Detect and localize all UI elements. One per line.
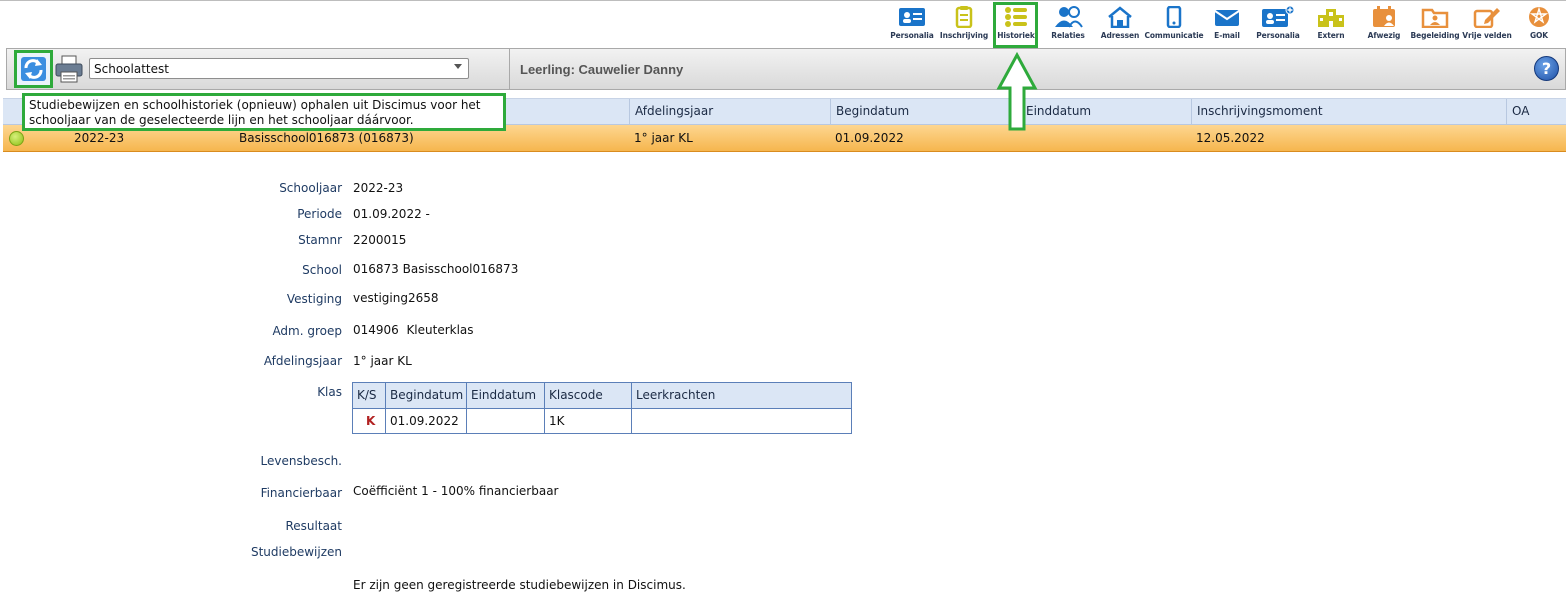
- refresh-icon: [21, 57, 46, 81]
- column-header[interactable]: Begindatum: [830, 99, 1020, 124]
- row-inschrijvingsmoment: 12.05.2022: [1196, 131, 1265, 145]
- school-building-icon: [1318, 9, 1344, 27]
- nav-extern[interactable]: Extern: [1301, 6, 1361, 44]
- window-top-border: [0, 0, 1566, 5]
- status-dot-icon: [9, 131, 24, 146]
- annotation-arrow-icon: [996, 52, 1038, 131]
- row-begindatum: 01.09.2022: [835, 131, 904, 145]
- home-icon: [1108, 6, 1132, 28]
- phone-icon: [1166, 6, 1182, 28]
- financierbaar-label: Financierbaar: [260, 486, 342, 500]
- admgroep-label: Adm. groep: [272, 324, 342, 338]
- studiebewijzen-note: Er zijn geen geregistreerde studiebewijz…: [353, 578, 686, 592]
- nav-label: Communicatie: [1144, 31, 1204, 40]
- schooljaar-value: 2022-23: [353, 181, 404, 195]
- vestiging-label: Vestiging: [286, 292, 342, 306]
- calendar-person-icon: [1373, 6, 1395, 27]
- id-card-plus-icon: [1262, 6, 1295, 27]
- vestiging-value: vestiging2658: [353, 291, 439, 305]
- nav-communicatie[interactable]: Communicatie: [1144, 6, 1204, 44]
- nav-relaties[interactable]: Relaties: [1038, 6, 1098, 44]
- klas-table: K/S Begindatum Einddatum Klascode Leerkr…: [352, 382, 852, 434]
- toolbar-divider: [509, 49, 510, 89]
- nav-vrije-velden[interactable]: Vrije velden: [1457, 6, 1517, 44]
- column-header[interactable]: OA: [1506, 99, 1566, 124]
- clipboard-icon: [955, 6, 973, 28]
- nav-label: Personalia: [890, 31, 934, 40]
- nav-label: Begeleiding: [1410, 31, 1460, 40]
- school-label: School: [302, 263, 342, 277]
- nav-label: Extern: [1317, 31, 1345, 40]
- afdelingsjaar-label: Afdelingsjaar: [263, 354, 342, 368]
- klas-col-header: Leerkrachten: [631, 383, 851, 408]
- row-afdelingsjaar: 1° jaar KL: [634, 131, 693, 145]
- klas-col-header: K/S: [357, 388, 377, 402]
- schooljaar-label: Schooljaar: [279, 181, 342, 195]
- column-header[interactable]: Einddatum: [1020, 99, 1191, 124]
- nav-adressen[interactable]: Adressen: [1090, 6, 1150, 44]
- print-button[interactable]: [53, 53, 85, 85]
- admgroep-value: 014906 Kleuterklas: [353, 323, 474, 337]
- people-icon: [1055, 6, 1083, 28]
- column-header[interactable]: Afdelingsjaar: [629, 99, 829, 124]
- school-value: 016873 Basisschool016873: [353, 262, 519, 276]
- klas-label: Klas: [317, 385, 342, 399]
- mail-icon: [1214, 10, 1240, 26]
- chevron-down-icon: [454, 64, 462, 69]
- klas-table-row[interactable]: K 01.09.2022 1K: [353, 409, 851, 433]
- periode-value: 01.09.2022 -: [353, 207, 430, 221]
- historiek-highlight: [993, 2, 1038, 48]
- id-card-icon: [899, 8, 925, 26]
- stamnr-label: Stamnr: [298, 233, 342, 247]
- nav-label: Relaties: [1051, 31, 1085, 40]
- report-select[interactable]: Schoolattest: [89, 58, 469, 79]
- edit-icon: [1473, 8, 1500, 28]
- question-icon: ?: [1541, 59, 1552, 78]
- gok-badge-icon: [1529, 6, 1549, 27]
- folder-person-icon: [1421, 8, 1449, 28]
- klas-table-header: K/S Begindatum Einddatum Klascode Leerkr…: [353, 383, 851, 409]
- nav-personalia[interactable]: Personalia: [882, 6, 942, 44]
- financierbaar-value: Coëfficiënt 1 - 100% financierbaar: [353, 484, 559, 498]
- nav-gok[interactable]: GOK: [1509, 6, 1566, 44]
- klas-einddatum: [466, 409, 544, 433]
- stamnr-value: 2200015: [353, 233, 407, 247]
- klas-leerkrachten: [631, 409, 851, 433]
- resultaat-label: Resultaat: [285, 519, 343, 533]
- nav-label: Vrije velden: [1462, 31, 1512, 40]
- klas-col-header: Einddatum: [466, 383, 544, 408]
- studiebewijzen-label: Studiebewijzen: [250, 545, 342, 559]
- toolbar: Schoolattest Leerling: Cauwelier Danny ?: [6, 48, 1566, 90]
- refresh-tooltip: Studiebewijzen en schoolhistoriek (opnie…: [22, 93, 506, 131]
- help-button[interactable]: ?: [1534, 56, 1559, 81]
- afdelingsjaar-value: 1° jaar KL: [353, 354, 412, 368]
- nav-begeleiding[interactable]: Begeleiding: [1405, 6, 1465, 44]
- periode-label: Periode: [297, 207, 342, 221]
- klas-col-header: Klascode: [544, 383, 631, 408]
- student-name: Leerling: Cauwelier Danny: [520, 62, 684, 77]
- nav-label: GOK: [1529, 31, 1549, 40]
- printer-icon: [55, 55, 83, 83]
- levensbesch-label: Levensbesch.: [260, 454, 342, 468]
- nav-label: Inschrijving: [939, 31, 989, 40]
- report-select-value: Schoolattest: [94, 62, 169, 76]
- refresh-button[interactable]: [14, 50, 53, 88]
- klas-ks: K: [366, 414, 376, 428]
- nav-label: Adressen: [1100, 31, 1140, 40]
- nav-label: Personalia: [1256, 31, 1300, 40]
- nav-personalia-plus[interactable]: Personalia: [1248, 6, 1308, 44]
- klas-klascode: 1K: [544, 409, 631, 433]
- nav-inschrijving[interactable]: Inschrijving: [934, 6, 994, 44]
- klas-col-header: Begindatum: [385, 383, 466, 408]
- klas-begindatum: 01.09.2022: [385, 409, 466, 433]
- column-header[interactable]: Inschrijvingsmoment: [1191, 99, 1506, 124]
